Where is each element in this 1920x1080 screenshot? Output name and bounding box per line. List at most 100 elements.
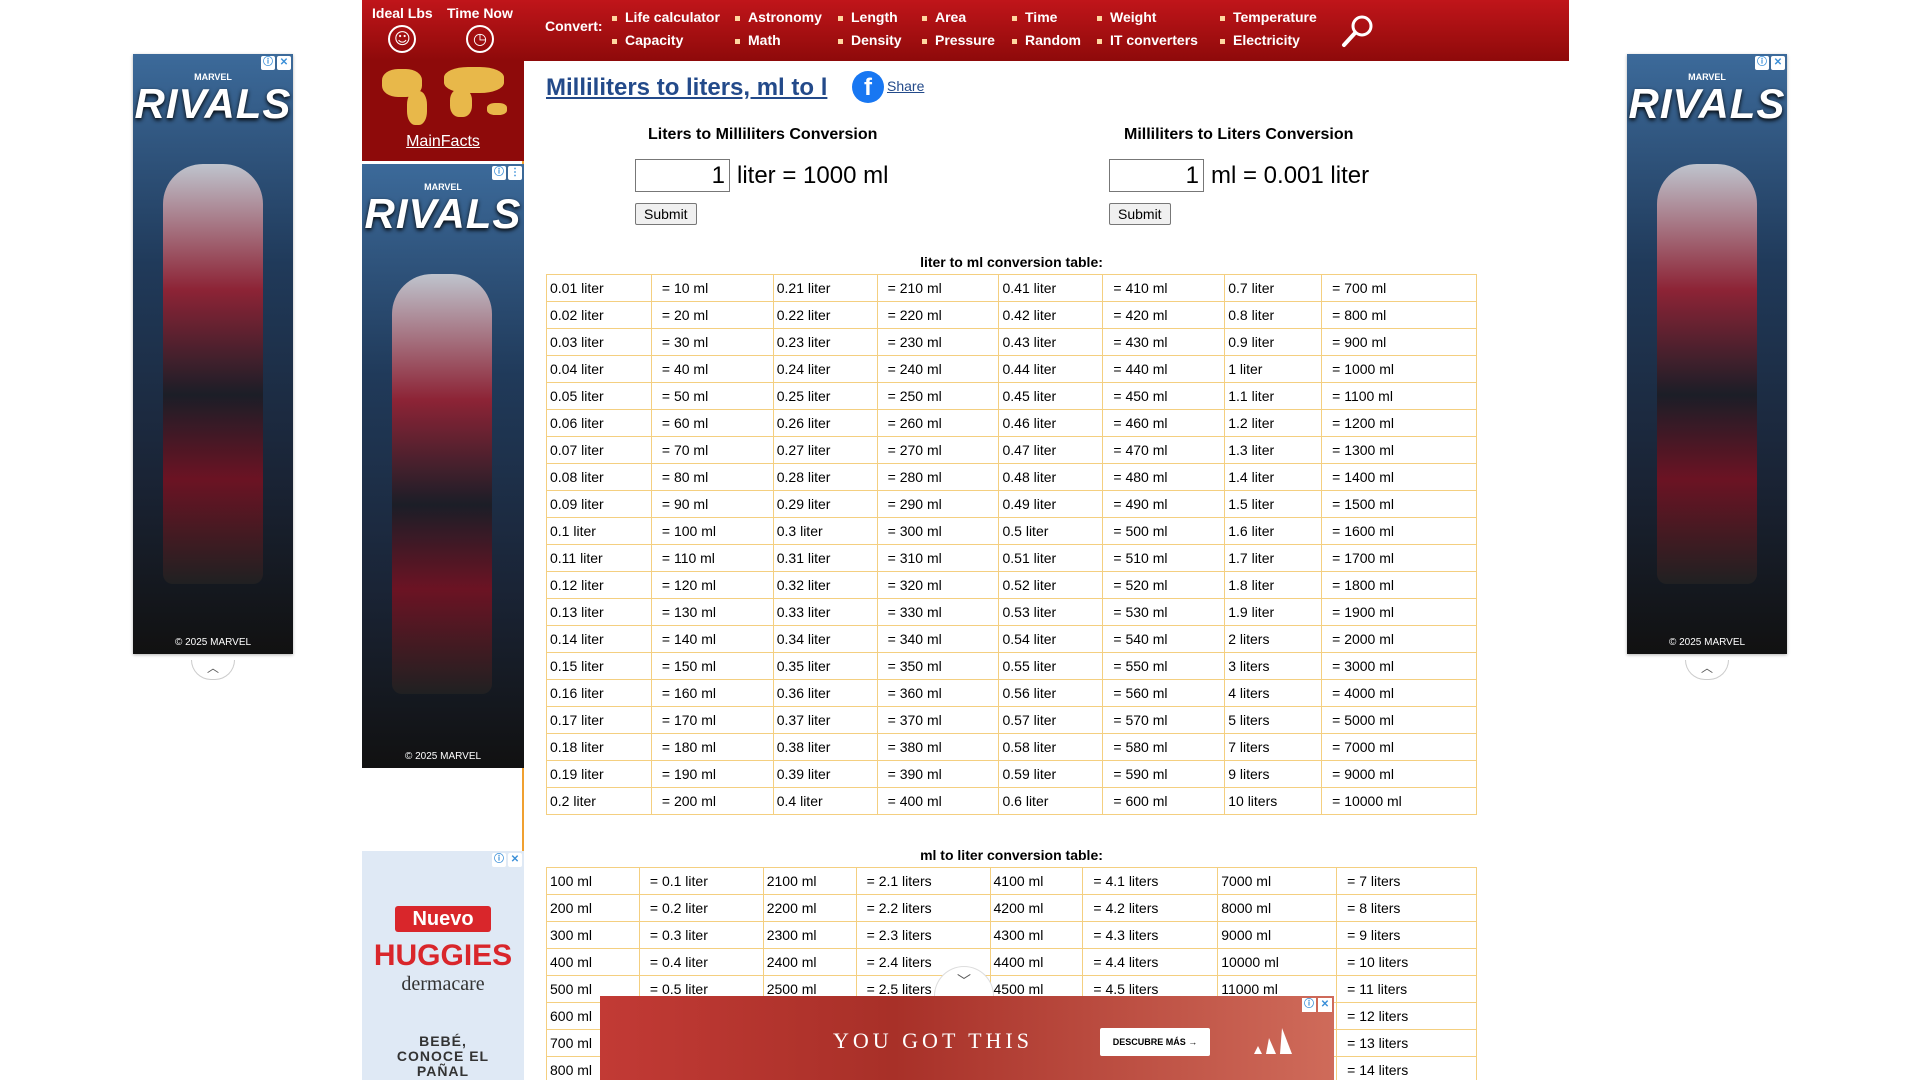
- table-cell-from: 0.18 liter: [546, 733, 652, 761]
- table-cell-from: 9 liters: [1224, 760, 1323, 788]
- left-skyscraper-ad[interactable]: ⓘ ✕ MARVEL RIVALS © 2025 MARVEL: [133, 54, 293, 654]
- nav-it-converters[interactable]: IT converters: [1097, 32, 1198, 48]
- ad-badge[interactable]: ⓘ ✕: [1755, 56, 1785, 70]
- table-cell-from: 0.31 liter: [772, 544, 878, 572]
- ad-copyright: © 2025 MARVEL: [174, 637, 252, 648]
- table-cell-to: = 4.4 liters: [1082, 948, 1219, 976]
- table-cell-from: 0.17 liter: [546, 706, 652, 734]
- time-now-label: Time Now: [447, 5, 513, 21]
- nav-math[interactable]: Math: [735, 32, 781, 48]
- chevron-up-icon[interactable]: ︿: [191, 660, 235, 680]
- ad-close-icon[interactable]: ✕: [1318, 998, 1332, 1012]
- nav-temperature[interactable]: Temperature: [1220, 9, 1317, 25]
- nav-area[interactable]: Area: [922, 9, 966, 25]
- ad-badge[interactable]: ⓘ ✕: [492, 853, 522, 867]
- table-cell-from: 0.24 liter: [772, 355, 878, 383]
- table-cell-from: 0.45 liter: [998, 382, 1104, 410]
- ad-info-icon[interactable]: ⓘ: [492, 166, 506, 180]
- search-icon[interactable]: [1339, 12, 1377, 50]
- table-cell-from: 0.28 liter: [772, 463, 878, 491]
- table-cell-to: = 9000 ml: [1321, 760, 1477, 788]
- table-cell-to: = 13 liters: [1336, 1029, 1477, 1057]
- table-cell-from: 0.26 liter: [772, 409, 878, 437]
- ad-cta-button[interactable]: DESCUBRE MÁS →: [1100, 1028, 1210, 1056]
- table-cell-to: = 550 ml: [1102, 652, 1226, 680]
- left-rectangle-ad[interactable]: ⓘ ⋮ MARVEL RIVALS © 2025 MARVEL: [362, 164, 524, 768]
- ad-badge[interactable]: ⓘ ⋮: [492, 166, 522, 180]
- ml-submit-button[interactable]: Submit: [1109, 203, 1171, 225]
- ideal-lbs-link[interactable]: Ideal Lbs ☺: [372, 5, 433, 53]
- ad-badge[interactable]: ⓘ ✕: [261, 56, 291, 70]
- ad-info-icon[interactable]: ⓘ: [261, 56, 275, 70]
- right-skyscraper-ad[interactable]: ⓘ ✕ MARVEL RIVALS © 2025 MARVEL: [1627, 54, 1787, 654]
- chevron-up-icon[interactable]: ︿: [1685, 660, 1729, 680]
- table-cell-to: = 50 ml: [650, 382, 774, 410]
- ad-close-icon[interactable]: ✕: [277, 56, 291, 70]
- nav-time[interactable]: Time: [1012, 9, 1057, 25]
- table-cell-to: = 10000 ml: [1321, 787, 1477, 815]
- table-cell-to: = 2000 ml: [1321, 625, 1477, 653]
- huggies-sub: dermacare: [401, 973, 485, 995]
- nav-pressure[interactable]: Pressure: [922, 32, 995, 48]
- table-cell-to: = 110 ml: [650, 544, 774, 572]
- share-link[interactable]: Share: [887, 78, 924, 94]
- nav-random[interactable]: Random: [1012, 32, 1081, 48]
- mainfacts-link[interactable]: MainFacts: [362, 133, 524, 151]
- nav-length[interactable]: Length: [838, 9, 898, 25]
- table-cell-to: = 250 ml: [876, 382, 1000, 410]
- table-cell-to: = 20 ml: [650, 301, 774, 329]
- left-column: MainFacts ⓘ ⋮ MARVEL RIVALS © 2025 MARVE…: [362, 61, 524, 1080]
- table-cell-from: 0.25 liter: [772, 382, 878, 410]
- table-cell-from: 1.1 liter: [1224, 382, 1323, 410]
- table-cell-to: = 270 ml: [876, 436, 1000, 464]
- table-row: 0.07 liter = 70 ml 0.27 liter = 270 ml 0.47 …: [546, 436, 1477, 464]
- table-cell-from: 0.23 liter: [772, 328, 878, 356]
- table-cell-to: = 40 ml: [650, 355, 774, 383]
- table-cell-from: 0.43 liter: [998, 328, 1104, 356]
- nav-capacity[interactable]: Capacity: [612, 32, 683, 48]
- table-cell-to: = 1800 ml: [1321, 571, 1477, 599]
- table-row: 0.15 liter = 150 ml 0.35 liter = 350 ml 0.55…: [546, 652, 1477, 680]
- table-cell-to: = 370 ml: [876, 706, 1000, 734]
- ml-input[interactable]: [1109, 159, 1204, 192]
- ad-info-icon[interactable]: ⓘ: [1302, 998, 1316, 1012]
- liters-submit-button[interactable]: Submit: [635, 203, 697, 225]
- table-cell-to: = 14 liters: [1336, 1056, 1477, 1080]
- table-cell-to: = 12 liters: [1336, 1002, 1477, 1030]
- table-cell-to: = 570 ml: [1102, 706, 1226, 734]
- liters-input[interactable]: [635, 159, 730, 192]
- table-cell-from: 4 liters: [1224, 679, 1323, 707]
- liters-result: liter = 1000 ml: [737, 162, 889, 189]
- table-cell-to: = 450 ml: [1102, 382, 1226, 410]
- time-now-link[interactable]: Time Now ◷: [447, 5, 513, 53]
- table-cell-from: 0.4 liter: [772, 787, 878, 815]
- table-row: 0.05 liter = 50 ml 0.25 liter = 250 ml 0.45 …: [546, 382, 1477, 410]
- table-cell-to: = 510 ml: [1102, 544, 1226, 572]
- table-cell-to: = 0.2 liter: [638, 894, 764, 922]
- ad-close-icon[interactable]: ✕: [1771, 56, 1785, 70]
- nav-electricity[interactable]: Electricity: [1220, 32, 1300, 48]
- table-cell-to: = 1700 ml: [1321, 544, 1477, 572]
- table-cell-to: = 540 ml: [1102, 625, 1226, 653]
- bottom-anchor-ad[interactable]: ⓘ ✕ YOU GOT THIS DESCUBRE MÁS →: [600, 996, 1334, 1080]
- nav-density[interactable]: Density: [838, 32, 902, 48]
- table-cell-from: 3 liters: [1224, 652, 1323, 680]
- nav-astronomy[interactable]: Astronomy: [735, 9, 822, 25]
- ad-info-icon[interactable]: ⓘ: [492, 853, 506, 867]
- huggies-ad[interactable]: ⓘ ✕ Nuevo HUGGIES dermacare BEBÉ, CONOCE…: [362, 851, 524, 1080]
- table-cell-to: = 11 liters: [1336, 975, 1477, 1003]
- ad-character-image: [392, 274, 492, 694]
- ad-close-icon[interactable]: ✕: [508, 853, 522, 867]
- table-cell-to: = 900 ml: [1321, 328, 1477, 356]
- ad-info-icon[interactable]: ⓘ: [1755, 56, 1769, 70]
- facebook-icon[interactable]: f: [852, 71, 884, 103]
- page-title[interactable]: Milliliters to liters, ml to l: [546, 74, 827, 102]
- table-cell-to: = 200 ml: [650, 787, 774, 815]
- nav-weight[interactable]: Weight: [1097, 9, 1156, 25]
- ad-badge[interactable]: ⓘ ✕: [1302, 998, 1332, 1012]
- ad-menu-icon[interactable]: ⋮: [508, 166, 522, 180]
- table-cell-to: = 320 ml: [876, 571, 1000, 599]
- nav-life-calculator[interactable]: Life calculator: [612, 9, 720, 25]
- table-cell-from: 0.12 liter: [546, 571, 652, 599]
- world-map-logo[interactable]: MainFacts: [362, 61, 524, 161]
